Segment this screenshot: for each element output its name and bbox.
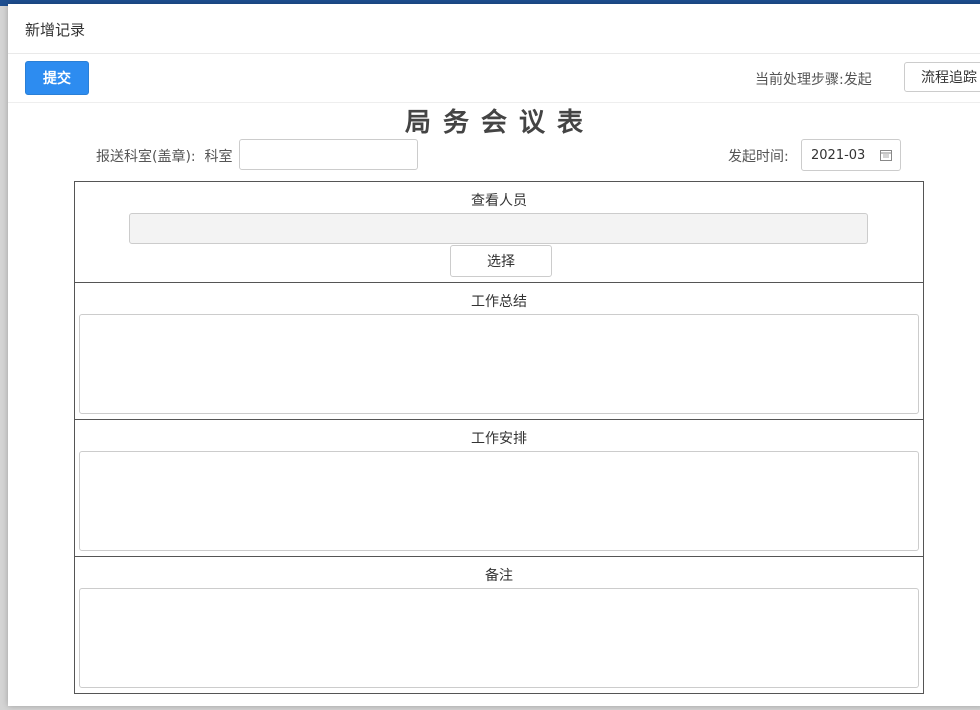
dialog-title: 新增记录 bbox=[25, 21, 86, 39]
dept-input[interactable] bbox=[239, 139, 418, 170]
dept-prefix: 科室 bbox=[204, 149, 233, 165]
summary-textarea[interactable] bbox=[79, 314, 919, 414]
viewers-section: 查看人员 选择 bbox=[75, 182, 923, 283]
summary-section: 工作总结 bbox=[75, 283, 923, 420]
summary-label: 工作总结 bbox=[471, 294, 527, 310]
start-time-label: 发起时间: bbox=[728, 149, 789, 165]
select-viewers-button[interactable]: 选择 bbox=[450, 245, 552, 277]
start-time-value: 2021-03 bbox=[811, 147, 866, 163]
arrangement-section: 工作安排 bbox=[75, 420, 923, 557]
arrangement-textarea[interactable] bbox=[79, 451, 919, 551]
viewers-label: 查看人员 bbox=[471, 193, 527, 209]
viewers-field[interactable] bbox=[129, 213, 868, 244]
dept-field-label: 报送科室(盖章): 科室 bbox=[96, 146, 233, 166]
start-time-input[interactable]: 2021-03 bbox=[801, 139, 901, 171]
current-step: 当前处理步骤:发起 bbox=[755, 69, 872, 89]
flow-trace-button[interactable]: 流程追踪 bbox=[904, 62, 980, 92]
current-step-value: 发起 bbox=[843, 72, 872, 88]
dialog-toolbar: 提交 当前处理步骤:发起 流程追踪 bbox=[8, 54, 980, 103]
remarks-label: 备注 bbox=[485, 568, 513, 584]
current-step-label: 当前处理步骤: bbox=[755, 72, 844, 88]
meeting-form-table: 查看人员 选择 工作总结 工作安排 备注 bbox=[74, 181, 924, 694]
dept-label-text: 报送科室(盖章): bbox=[96, 149, 196, 165]
submit-button[interactable]: 提交 bbox=[25, 61, 89, 95]
dialog-header: 新增记录 bbox=[8, 4, 980, 54]
arrangement-label: 工作安排 bbox=[471, 431, 527, 447]
remarks-textarea[interactable] bbox=[79, 588, 919, 688]
remarks-section: 备注 bbox=[75, 557, 923, 693]
form-title: 局务会议表 bbox=[404, 108, 595, 138]
calendar-icon[interactable] bbox=[880, 149, 892, 161]
